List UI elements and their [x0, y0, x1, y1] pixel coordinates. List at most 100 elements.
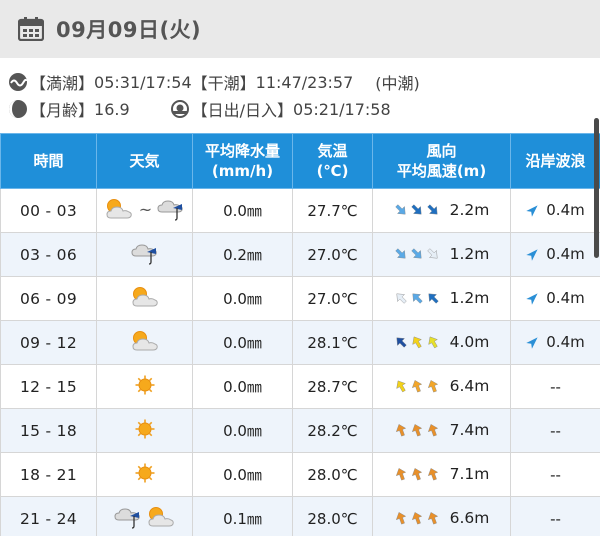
cell-weather: [96, 452, 193, 497]
header-wind: 風向 平均風速(m): [372, 133, 511, 189]
low-tide-times: 11:47/23:57: [255, 72, 354, 92]
wind-speed: 6.4m: [449, 376, 490, 395]
wind-direction-icon: [411, 467, 422, 480]
wave-direction-icon: [526, 292, 538, 305]
cell-wind: 1.2m: [372, 232, 511, 277]
cell-time: 12 - 15: [0, 364, 97, 409]
wave-direction-icon: [526, 204, 538, 217]
moon-age-value: 16.9: [94, 99, 130, 119]
wind-direction-icon: [427, 379, 438, 392]
wave-height: 0.4m: [546, 244, 585, 263]
wind-direction-icon: [396, 293, 407, 304]
wave-height: --: [550, 421, 561, 440]
cell-temp: 28.0℃: [292, 452, 373, 497]
cell-weather: [96, 408, 193, 453]
cell-temp: 27.0℃: [292, 232, 373, 277]
cell-rain: 0.0㎜: [192, 276, 293, 321]
table-row: 21 - 24 0.1㎜ 28.0℃ 6.6m --: [0, 496, 600, 536]
wave-height: 0.4m: [546, 200, 585, 219]
cell-wave: --: [510, 496, 600, 536]
cell-temp: 28.0℃: [292, 496, 373, 536]
moon-age-label: 【月齢】: [30, 101, 95, 120]
wind-direction-icon: [410, 247, 422, 258]
moon-icon: [9, 100, 27, 118]
cell-weather: [96, 232, 193, 277]
wind-direction-icon: [410, 203, 422, 214]
wind-speed: 1.2m: [449, 288, 490, 307]
header-wave: 沿岸波浪: [510, 133, 600, 189]
wind-direction-icon: [427, 467, 438, 480]
high-tide-times: 05:31/17:54: [94, 72, 192, 92]
wind-speed: 4.0m: [449, 332, 490, 351]
wave-direction-icon: [526, 248, 538, 261]
cell-rain: 0.0㎜: [192, 452, 293, 497]
wind-direction-icon: [395, 423, 406, 436]
cell-rain: 0.1㎜: [192, 496, 293, 536]
date-header: 09月09日(火): [0, 0, 600, 58]
cell-temp: 27.7℃: [292, 188, 373, 233]
scrollbar[interactable]: [594, 118, 599, 258]
wind-direction-icon: [396, 380, 406, 392]
header-temp: 気温 (℃): [292, 133, 373, 189]
moon-sun-info: 【月齢】 16.9 【日出/日入】 05:21/17:58: [0, 97, 600, 121]
cell-wind: 4.0m: [372, 320, 511, 365]
cell-wind: 7.4m: [372, 408, 511, 453]
rain-cloud-icon: [130, 243, 157, 265]
wind-direction-icon: [428, 293, 439, 304]
wave-height: 0.4m: [546, 288, 585, 307]
wind-direction-icon: [394, 203, 406, 214]
wind-direction-icon: [427, 511, 438, 524]
wave-height: 0.4m: [546, 332, 585, 351]
cell-wave: --: [510, 408, 600, 453]
wind-speed: 6.6m: [449, 508, 490, 527]
cell-wave: 0.4m: [510, 276, 600, 321]
tide-icon: [9, 73, 27, 91]
header-rain: 平均降水量 (mm/h): [192, 133, 293, 189]
cell-rain: 0.0㎜: [192, 408, 293, 453]
table-row: 18 - 21 0.0㎜ 28.0℃ 7.1m --: [0, 452, 600, 497]
cell-weather: [96, 364, 193, 409]
table-row: 15 - 18 0.0㎜ 28.2℃ 7.4m --: [0, 408, 600, 453]
cell-rain: 0.0㎜: [192, 188, 293, 233]
cell-wave: 0.4m: [510, 188, 600, 233]
wind-direction-icon: [411, 379, 422, 392]
header-time: 時間: [0, 133, 97, 189]
wind-speed: 7.4m: [449, 420, 490, 439]
cell-weather: [96, 320, 193, 365]
weather-tilde: ~: [138, 199, 153, 219]
cell-weather: ~: [96, 188, 193, 233]
wave-height: --: [550, 509, 561, 528]
table-row: 09 - 12 0.0㎜ 28.1℃ 4.0m 0.4m: [0, 320, 600, 365]
cell-wave: 0.4m: [510, 320, 600, 365]
sunrise-label: 【日出/日入】: [191, 101, 294, 120]
tide-info: 【満潮】 05:31/17:54 【干潮】 11:47/23:57 (中潮): [0, 70, 600, 94]
cell-rain: 0.2㎜: [192, 232, 293, 277]
tide-type: (中潮): [375, 74, 420, 93]
low-tide-label: 【干潮】: [191, 74, 256, 93]
cell-rain: 0.0㎜: [192, 364, 293, 409]
cell-wave: --: [510, 452, 600, 497]
cell-wave: 0.4m: [510, 232, 600, 277]
sun-cloud-icon: [131, 286, 158, 306]
rain-cloud-icon: [157, 200, 183, 221]
wind-direction-icon: [411, 423, 422, 436]
table-row: 12 - 15 0.0㎜ 28.7℃ 6.4m --: [0, 364, 600, 409]
wind-speed: 7.1m: [449, 464, 490, 483]
cell-time: 21 - 24: [0, 496, 97, 536]
forecast-table: 時間 天気 平均降水量 (mm/h) 気温 (℃) 風向 平均風速(m) 沿岸波浪 0…: [0, 133, 600, 536]
cell-wind: 1.2m: [372, 276, 511, 321]
cell-wind: 7.1m: [372, 452, 511, 497]
wind-direction-icon: [426, 203, 438, 214]
cell-temp: 28.1℃: [292, 320, 373, 365]
table-row: 06 - 09 0.0㎜ 27.0℃ 1.2m 0.4m: [0, 276, 600, 321]
cell-time: 06 - 09: [0, 276, 97, 321]
wind-direction-icon: [394, 247, 406, 258]
wind-speed: 1.2m: [449, 244, 490, 263]
wind-speed: 2.2m: [449, 200, 490, 219]
wind-direction-icon: [412, 336, 422, 348]
sun-cloud-icon: [106, 199, 132, 219]
sunrise-icon: [170, 100, 189, 118]
wind-direction-icon: [395, 467, 406, 480]
sun-icon: [135, 419, 154, 438]
wind-direction-icon: [411, 511, 422, 524]
